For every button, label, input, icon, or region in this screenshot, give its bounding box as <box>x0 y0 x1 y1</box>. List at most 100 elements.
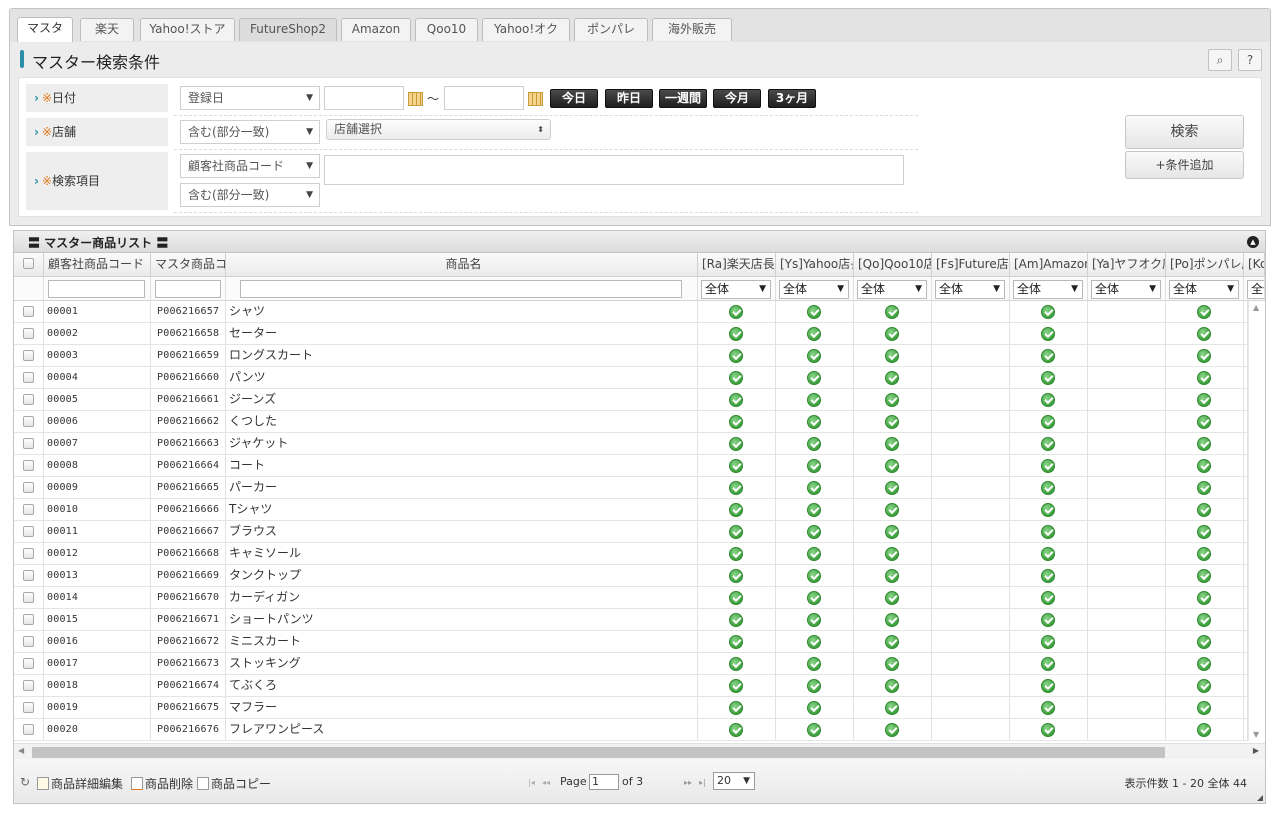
row-checkbox[interactable] <box>23 306 34 317</box>
table-row[interactable]: 00014 P006216670 カーディガン <box>14 587 1248 609</box>
table-row[interactable]: 00007 P006216663 ジャケット <box>14 433 1248 455</box>
row-checkbox[interactable] <box>23 372 34 383</box>
scroll-right-icon[interactable]: ▶ <box>1253 746 1259 755</box>
resize-grip-icon[interactable] <box>1257 795 1263 801</box>
col-amazon[interactable]: [Am]Amazon店長 <box>1010 253 1088 277</box>
row-checkbox[interactable] <box>23 482 34 493</box>
help-button[interactable]: ? <box>1238 49 1262 71</box>
edit-button[interactable]: 商品詳細編集 <box>37 775 123 792</box>
filter-product-name-input[interactable] <box>240 280 682 298</box>
row-checkbox[interactable] <box>23 438 34 449</box>
filter-qoo10-select[interactable]: 全体 ▼ <box>857 280 927 299</box>
three-months-button[interactable]: 3ヶ月 <box>768 89 816 108</box>
row-checkbox[interactable] <box>23 328 34 339</box>
yesterday-button[interactable]: 昨日 <box>605 89 653 108</box>
calendar-icon[interactable] <box>528 92 543 106</box>
col-product-name[interactable]: 商品名 <box>226 253 698 277</box>
table-row[interactable]: 00015 P006216671 ショートパンツ <box>14 609 1248 631</box>
calendar-icon[interactable] <box>408 92 423 106</box>
horizontal-scroll-thumb[interactable] <box>32 747 1165 758</box>
item-field-select[interactable]: 顧客社商品コード ▼ <box>180 154 320 178</box>
store-match-select[interactable]: 含む(部分一致) ▼ <box>180 120 320 144</box>
row-checkbox[interactable] <box>23 592 34 603</box>
table-row[interactable]: 00004 P006216660 パンツ <box>14 367 1248 389</box>
col-future[interactable]: [Fs]Future店長 <box>932 253 1010 277</box>
row-checkbox[interactable] <box>23 570 34 581</box>
col-customer-code[interactable]: 顧客社商品コード <box>44 253 151 277</box>
table-row[interactable]: 00009 P006216665 パーカー <box>14 477 1248 499</box>
store-select[interactable]: 店舗選択 ⬍ <box>326 119 551 140</box>
last-page-icon[interactable]: ▸| <box>699 778 706 787</box>
row-checkbox[interactable] <box>23 724 34 735</box>
prev-page-icon[interactable]: ◂◂ <box>542 778 550 787</box>
page-size-select[interactable]: 20 ▼ <box>713 772 755 790</box>
zoom-button[interactable]: ⌕ <box>1208 49 1232 71</box>
one-week-button[interactable]: 一週間 <box>659 89 707 108</box>
filter-ponpare-select[interactable]: 全体 ▼ <box>1169 280 1239 299</box>
col-master-code[interactable]: マスタ商品コード <box>151 253 226 277</box>
row-checkbox[interactable] <box>23 658 34 669</box>
table-row[interactable]: 00012 P006216668 キャミソール <box>14 543 1248 565</box>
table-row[interactable]: 00019 P006216675 マフラー <box>14 697 1248 719</box>
horizontal-scrollbar[interactable]: ◀ ▶ <box>14 743 1265 759</box>
filter-future-select[interactable]: 全体 ▼ <box>935 280 1005 299</box>
this-month-button[interactable]: 今月 <box>713 89 761 108</box>
col-ponpare[interactable]: [Po]ポンパレ店長 <box>1166 253 1244 277</box>
filter-ko-select[interactable]: 全体 <box>1247 280 1264 299</box>
table-row[interactable]: 00008 P006216664 コート <box>14 455 1248 477</box>
row-checkbox[interactable] <box>23 394 34 405</box>
delete-button[interactable]: 商品削除 <box>131 775 193 792</box>
table-row[interactable]: 00016 P006216672 ミニスカート <box>14 631 1248 653</box>
table-row[interactable]: 00013 P006216669 タンクトップ <box>14 565 1248 587</box>
tab-qoo10[interactable]: Qoo10 <box>415 18 478 41</box>
table-row[interactable]: 00011 P006216667 ブラウス <box>14 521 1248 543</box>
refresh-icon[interactable]: ↻ <box>20 775 30 789</box>
row-checkbox[interactable] <box>23 526 34 537</box>
tab-overseas[interactable]: 海外販売 <box>652 18 732 41</box>
col-ko[interactable]: [Ko] <box>1244 253 1265 277</box>
scroll-down-icon[interactable]: ▼ <box>1253 730 1259 739</box>
today-button[interactable]: 今日 <box>550 89 598 108</box>
item-match-select[interactable]: 含む(部分一致) ▼ <box>180 183 320 207</box>
table-row[interactable]: 00020 P006216676 フレアワンピース <box>14 719 1248 741</box>
date-type-select[interactable]: 登録日 ▼ <box>180 86 320 110</box>
table-row[interactable]: 00018 P006216674 てぶくろ <box>14 675 1248 697</box>
filter-customer-code-input[interactable] <box>48 280 145 298</box>
add-condition-button[interactable]: +条件追加 <box>1125 151 1244 179</box>
next-page-icon[interactable]: ▸▸ <box>684 778 692 787</box>
search-button[interactable]: 検索 <box>1125 115 1244 149</box>
vertical-scrollbar[interactable]: ▲ ▼ <box>1248 301 1265 741</box>
row-checkbox[interactable] <box>23 636 34 647</box>
row-checkbox[interactable] <box>23 614 34 625</box>
tab-amazon[interactable]: Amazon <box>341 18 411 41</box>
filter-yahoo-select[interactable]: 全体 ▼ <box>779 280 849 299</box>
col-qoo10[interactable]: [Qo]Qoo10店長 <box>854 253 932 277</box>
row-checkbox[interactable] <box>23 702 34 713</box>
date-to-input[interactable] <box>444 86 524 110</box>
scroll-up-icon[interactable]: ▲ <box>1253 303 1259 312</box>
tab-rakuten[interactable]: 楽天 <box>80 18 134 41</box>
row-checkbox[interactable] <box>23 350 34 361</box>
scroll-left-icon[interactable]: ◀ <box>18 746 24 755</box>
tab-master[interactable]: マスタ <box>17 17 73 43</box>
item-keyword-textarea[interactable] <box>324 155 904 185</box>
table-row[interactable]: 00001 P006216657 シャツ <box>14 301 1248 323</box>
table-row[interactable]: 00003 P006216659 ロングスカート <box>14 345 1248 367</box>
copy-button[interactable]: 商品コピー <box>197 775 271 792</box>
first-page-icon[interactable]: |◂ <box>528 778 535 787</box>
collapse-icon[interactable]: ▲ <box>1247 236 1259 248</box>
row-checkbox[interactable] <box>23 680 34 691</box>
tab-ponpare[interactable]: ポンパレ <box>574 18 648 41</box>
filter-rakuten-select[interactable]: 全体 ▼ <box>701 280 771 299</box>
row-checkbox[interactable] <box>23 460 34 471</box>
tab-futureshop2[interactable]: FutureShop2 <box>239 18 337 41</box>
table-row[interactable]: 00010 P006216666 Tシャツ <box>14 499 1248 521</box>
table-row[interactable]: 00005 P006216661 ジーンズ <box>14 389 1248 411</box>
table-row[interactable]: 00017 P006216673 ストッキング <box>14 653 1248 675</box>
row-checkbox[interactable] <box>23 504 34 515</box>
filter-master-code-input[interactable] <box>155 280 221 298</box>
tab-yahoo-auction[interactable]: Yahoo!オク <box>482 18 570 41</box>
table-row[interactable]: 00006 P006216662 くつした <box>14 411 1248 433</box>
table-row[interactable]: 00002 P006216658 セーター <box>14 323 1248 345</box>
date-from-input[interactable] <box>324 86 404 110</box>
